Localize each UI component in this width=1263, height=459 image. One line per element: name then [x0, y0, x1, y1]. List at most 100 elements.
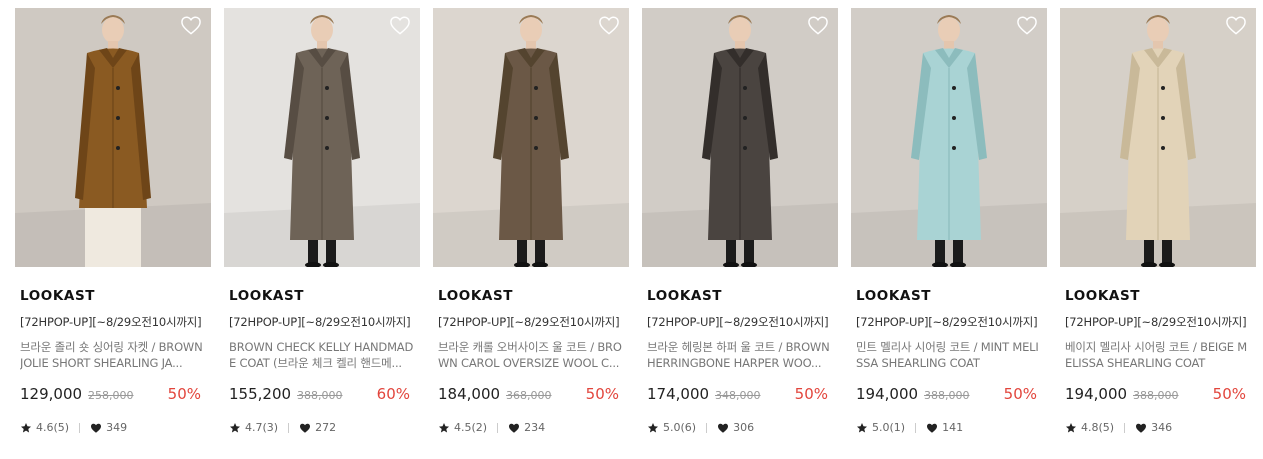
- product-meta: 4.6(5) 349: [20, 421, 206, 434]
- promo-tag: [72HPOP-UP][~8/29오전10시까지]: [856, 315, 1038, 329]
- heart-filled-icon: [90, 422, 102, 434]
- likes-count: 141: [942, 421, 964, 434]
- brand-name[interactable]: LOOKAST: [1065, 288, 1251, 304]
- product-image[interactable]: [1060, 8, 1256, 267]
- product-meta: 4.5(2) 234: [438, 421, 624, 434]
- sale-price: 129,000: [20, 385, 83, 403]
- product-image[interactable]: [642, 8, 838, 267]
- original-price: 368,000: [506, 389, 552, 402]
- divider: [1124, 422, 1126, 433]
- sale-price: 155,200: [229, 385, 292, 403]
- promo-tag: [72HPOP-UP][~8/29오전10시까지]: [20, 315, 202, 329]
- product-card[interactable]: LOOKAST [72HPOP-UP][~8/29오전10시까지] 베이지 멜리…: [1060, 8, 1256, 448]
- discount-rate: 50%: [1212, 385, 1246, 403]
- coat-photo: [851, 8, 1047, 267]
- product-meta: 5.0(6) 306: [647, 421, 833, 434]
- sale-price: 194,000: [856, 385, 919, 403]
- discount-rate: 50%: [1003, 385, 1037, 403]
- star-icon: [229, 422, 241, 434]
- product-card[interactable]: LOOKAST [72HPOP-UP][~8/29오전10시까지] 브라운 캐롤…: [433, 8, 629, 448]
- heart-filled-icon: [717, 422, 729, 434]
- brand-name[interactable]: LOOKAST: [438, 288, 624, 304]
- divider: [79, 422, 81, 433]
- coat-photo: [642, 8, 838, 267]
- product-card[interactable]: LOOKAST [72HPOP-UP][~8/29오전10시까지] 브라운 졸리…: [15, 8, 211, 448]
- brand-name[interactable]: LOOKAST: [229, 288, 415, 304]
- product-card[interactable]: LOOKAST [72HPOP-UP][~8/29오전10시까지] 브라운 헤링…: [642, 8, 838, 448]
- original-price: 258,000: [88, 389, 134, 402]
- brand-name[interactable]: LOOKAST: [647, 288, 833, 304]
- original-price: 348,000: [715, 389, 761, 402]
- divider: [706, 422, 708, 433]
- likes-count: 349: [106, 421, 128, 434]
- product-card[interactable]: LOOKAST [72HPOP-UP][~8/29오전10시까지] BROWN …: [224, 8, 420, 448]
- product-meta: 5.0(1) 141: [856, 421, 1042, 434]
- promo-tag: [72HPOP-UP][~8/29오전10시까지]: [438, 315, 620, 329]
- brand-name[interactable]: LOOKAST: [20, 288, 206, 304]
- coat-photo: [1060, 8, 1256, 267]
- rating-text: 5.0(1): [872, 421, 906, 434]
- product-card[interactable]: LOOKAST [72HPOP-UP][~8/29오전10시까지] 민트 멜리사…: [851, 8, 1047, 448]
- discount-rate: 50%: [585, 385, 619, 403]
- coat-photo: [224, 8, 420, 267]
- heart-filled-icon: [299, 422, 311, 434]
- original-price: 388,000: [1133, 389, 1179, 402]
- rating-text: 5.0(6): [663, 421, 697, 434]
- discount-rate: 60%: [376, 385, 410, 403]
- coat-photo: [15, 8, 211, 267]
- wishlist-heart-icon[interactable]: [1016, 15, 1038, 35]
- divider: [915, 422, 917, 433]
- likes-count: 346: [1151, 421, 1173, 434]
- price-row: 129,000 258,000 50%: [20, 385, 206, 405]
- promo-tag: [72HPOP-UP][~8/29오전10시까지]: [1065, 315, 1247, 329]
- coat-photo: [433, 8, 629, 267]
- wishlist-heart-icon[interactable]: [389, 15, 411, 35]
- rating-text: 4.6(5): [36, 421, 70, 434]
- rating-text: 4.7(3): [245, 421, 279, 434]
- promo-tag: [72HPOP-UP][~8/29오전10시까지]: [647, 315, 829, 329]
- sale-price: 174,000: [647, 385, 710, 403]
- likes-count: 234: [524, 421, 546, 434]
- star-icon: [856, 422, 868, 434]
- rating-text: 4.5(2): [454, 421, 488, 434]
- product-name[interactable]: 브라운 캐롤 오버사이즈 울 코트 / BROWN CAROL OVERSIZE…: [438, 339, 624, 371]
- product-grid: LOOKAST [72HPOP-UP][~8/29오전10시까지] 브라운 졸리…: [0, 0, 1263, 459]
- sale-price: 184,000: [438, 385, 501, 403]
- sale-price: 194,000: [1065, 385, 1128, 403]
- product-image[interactable]: [851, 8, 1047, 267]
- discount-rate: 50%: [794, 385, 828, 403]
- price-row: 184,000 368,000 50%: [438, 385, 624, 405]
- star-icon: [1065, 422, 1077, 434]
- product-meta: 4.7(3) 272: [229, 421, 415, 434]
- original-price: 388,000: [924, 389, 970, 402]
- wishlist-heart-icon[interactable]: [1225, 15, 1247, 35]
- likes-count: 306: [733, 421, 755, 434]
- discount-rate: 50%: [167, 385, 201, 403]
- original-price: 388,000: [297, 389, 343, 402]
- price-row: 155,200 388,000 60%: [229, 385, 415, 405]
- divider: [288, 422, 290, 433]
- price-row: 174,000 348,000 50%: [647, 385, 833, 405]
- price-row: 194,000 388,000 50%: [1065, 385, 1251, 405]
- heart-filled-icon: [926, 422, 938, 434]
- heart-filled-icon: [508, 422, 520, 434]
- product-name[interactable]: 민트 멜리사 시어링 코트 / MINT MELISSA SHEARLING C…: [856, 339, 1042, 371]
- product-name[interactable]: BROWN CHECK KELLY HANDMADE COAT (브라운 체크 …: [229, 339, 415, 371]
- likes-count: 272: [315, 421, 337, 434]
- brand-name[interactable]: LOOKAST: [856, 288, 1042, 304]
- product-name[interactable]: 브라운 헤링본 하퍼 울 코트 / BROWN HERRINGBONE HARP…: [647, 339, 833, 371]
- product-name[interactable]: 브라운 졸리 숏 싱어링 자켓 / BROWN JOLIE SHORT SHEA…: [20, 339, 206, 371]
- star-icon: [438, 422, 450, 434]
- promo-tag: [72HPOP-UP][~8/29오전10시까지]: [229, 315, 411, 329]
- star-icon: [647, 422, 659, 434]
- product-image[interactable]: [433, 8, 629, 267]
- product-name[interactable]: 베이지 멜리사 시어링 코트 / BEIGE MELISSA SHEARLING…: [1065, 339, 1251, 371]
- product-image[interactable]: [224, 8, 420, 267]
- product-meta: 4.8(5) 346: [1065, 421, 1251, 434]
- product-image[interactable]: [15, 8, 211, 267]
- wishlist-heart-icon[interactable]: [598, 15, 620, 35]
- heart-filled-icon: [1135, 422, 1147, 434]
- rating-text: 4.8(5): [1081, 421, 1115, 434]
- wishlist-heart-icon[interactable]: [807, 15, 829, 35]
- wishlist-heart-icon[interactable]: [180, 15, 202, 35]
